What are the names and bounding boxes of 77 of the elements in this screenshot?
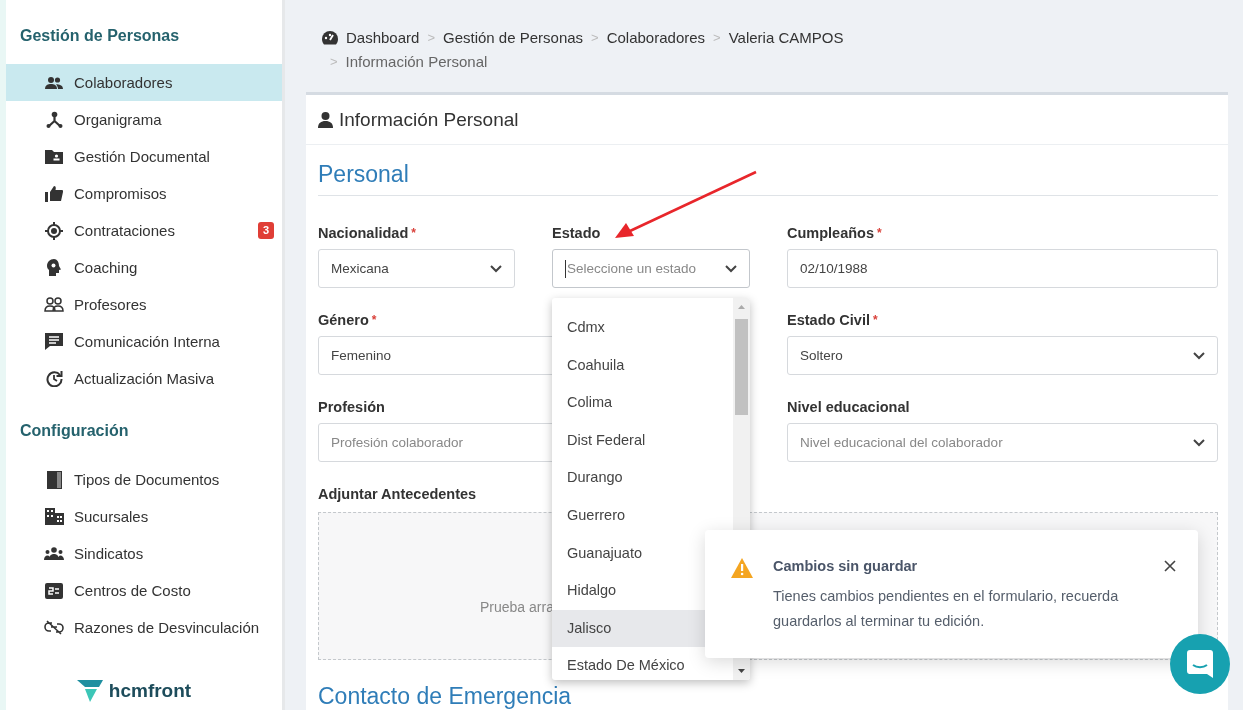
- count-badge: 3: [258, 222, 275, 239]
- breadcrumb-link[interactable]: Valeria CAMPOS: [728, 28, 844, 48]
- refresh-clock-icon: [45, 370, 63, 387]
- sidebar-item[interactable]: Centros de Costo: [6, 572, 282, 609]
- sidebar-item[interactable]: Sucursales: [6, 498, 282, 535]
- chevron-down-icon: [1193, 351, 1205, 360]
- sidebar-item[interactable]: Razones de Desvinculación: [6, 609, 282, 646]
- select-field[interactable]: Mexicana: [318, 249, 515, 288]
- message-icon: [45, 333, 63, 350]
- field-label: Nivel educacional: [787, 398, 910, 417]
- toast-message: Tienes cambios pendientes en el formulario, recuerda guardarlos al terminar tu edición.: [773, 587, 1120, 631]
- breadcrumb-separator: >: [427, 29, 435, 47]
- required-mark: *: [877, 225, 882, 242]
- required-mark: *: [411, 225, 416, 242]
- sidebar-heading: Configuración: [19, 421, 130, 441]
- users-outline-icon: [44, 297, 64, 312]
- sidebar-heading: Gestión de Personas: [19, 26, 181, 46]
- hierarchy-icon: [45, 111, 63, 128]
- dropdown-option[interactable]: Durango: [552, 459, 733, 497]
- required-mark: *: [371, 312, 377, 329]
- sidebar-item[interactable]: Contrataciones 3: [6, 212, 282, 249]
- select-field[interactable]: Nivel educacional del colaborador: [787, 423, 1218, 462]
- field-label: Profesión: [318, 398, 385, 417]
- warning-icon: [731, 558, 753, 578]
- close-icon[interactable]: [1164, 560, 1176, 572]
- users-icon: [45, 75, 63, 90]
- sidebar-item[interactable]: Actualización Masiva: [6, 360, 282, 397]
- field-label: Estado Civil: [787, 311, 870, 330]
- thumbs-up-icon: [45, 185, 63, 202]
- required-mark: *: [873, 312, 878, 329]
- field-label: Cumpleaños: [787, 224, 874, 243]
- dropdown-option[interactable]: Colima: [552, 384, 733, 422]
- input-field[interactable]: 02/10/1988: [787, 249, 1218, 288]
- breadcrumb-separator: >: [591, 29, 599, 47]
- chevron-down-icon: [1193, 438, 1205, 447]
- dropdown-option[interactable]: Dist Federal: [552, 421, 733, 460]
- breadcrumb-separator: >: [330, 53, 338, 71]
- breadcrumb-link[interactable]: Gestión de Personas: [443, 28, 584, 48]
- section-title: Personal: [318, 159, 1218, 196]
- field-label: Adjuntar Antecedentes: [318, 485, 477, 504]
- chevron-down-icon: [490, 264, 502, 273]
- building-icon: [44, 508, 64, 525]
- select-field[interactable]: Soltero: [787, 336, 1218, 375]
- breadcrumb-current: Información Personal: [345, 52, 488, 72]
- sidebar-item[interactable]: Gestión Documental: [6, 138, 282, 175]
- breadcrumb-separator: >: [713, 29, 721, 47]
- folder-icon: [45, 149, 63, 164]
- toast-title: Cambios sin guardar: [773, 558, 918, 574]
- scrollbar-thumb[interactable]: [735, 319, 748, 415]
- group-icon: [44, 547, 64, 560]
- field-label: Nacionalidad: [318, 224, 409, 243]
- logo-text: hcmfront: [108, 680, 192, 702]
- book-icon: [46, 470, 62, 489]
- chevron-down-icon: [725, 264, 737, 273]
- money-card-icon: [45, 582, 63, 599]
- field-label: Género: [318, 311, 369, 330]
- target-icon: [45, 221, 63, 240]
- breadcrumb-link[interactable]: Colaboradores: [606, 28, 706, 48]
- sidebar-item[interactable]: Sindicatos: [6, 535, 282, 572]
- sidebar-item[interactable]: Colaboradores: [6, 64, 282, 101]
- user-icon: [318, 111, 333, 128]
- breadcrumb-link[interactable]: Dashboard: [346, 28, 420, 48]
- sidebar-item[interactable]: Tipos de Documentos: [6, 461, 282, 498]
- field-label: Estado: [552, 224, 601, 243]
- unlink-icon: [44, 620, 64, 635]
- sidebar-item[interactable]: Comunicación Interna: [6, 323, 282, 360]
- select-field[interactable]: Seleccione un estado: [552, 249, 750, 288]
- section-title: Contacto de Emergencia: [318, 683, 572, 710]
- sidebar-item[interactable]: Coaching: [6, 249, 282, 286]
- chat-bubble-icon: [1187, 650, 1213, 678]
- sidebar-item[interactable]: Profesores: [6, 286, 282, 323]
- head-gear-icon: [46, 259, 62, 276]
- card-title: Información Personal: [339, 108, 519, 131]
- sidebar-item[interactable]: Compromisos: [6, 175, 282, 212]
- logo-icon: [76, 680, 103, 702]
- sidebar-item[interactable]: Organigrama: [6, 101, 282, 138]
- dashboard-icon: [322, 31, 338, 45]
